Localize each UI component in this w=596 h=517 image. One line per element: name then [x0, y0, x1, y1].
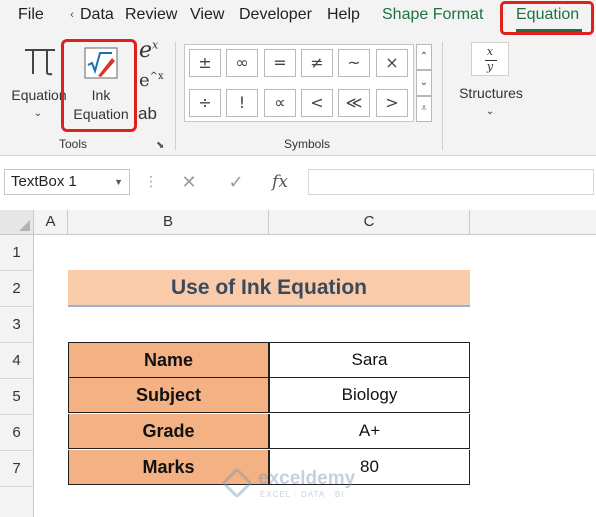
- row-header-8[interactable]: [0, 487, 34, 517]
- row-header-4[interactable]: 4: [0, 343, 34, 379]
- normal-text-icon[interactable]: ab: [138, 104, 157, 124]
- tab-file[interactable]: File: [18, 6, 44, 24]
- symbol-plus-minus[interactable]: ±: [189, 49, 221, 77]
- symbols-gallery: ± ∞ = ≠ ~ × ÷ ! ∝ < ≪ >: [184, 44, 414, 122]
- chevron-down-icon: ▼: [114, 177, 123, 187]
- professional-format-icon[interactable]: ex: [139, 38, 158, 63]
- tab-help[interactable]: Help: [327, 6, 360, 24]
- ribbon-tab-bar: File ‹ Data Review View Developer Help S…: [0, 0, 596, 36]
- tab-view[interactable]: View: [190, 6, 224, 24]
- symbol-divide[interactable]: ÷: [189, 89, 221, 117]
- symbol-factorial[interactable]: !: [226, 89, 258, 117]
- column-header-next[interactable]: [470, 210, 596, 235]
- gallery-scroll-down-icon[interactable]: ⌄: [416, 70, 432, 96]
- column-header-c[interactable]: C: [269, 210, 470, 235]
- table-label-subject[interactable]: Subject: [68, 378, 269, 413]
- symbol-less-than[interactable]: <: [301, 89, 333, 117]
- tab-data[interactable]: Data: [80, 6, 114, 24]
- formula-input[interactable]: [308, 169, 594, 195]
- exceldemy-logo-icon: [221, 467, 253, 499]
- tab-developer[interactable]: Developer: [239, 6, 312, 24]
- table-value-name[interactable]: Sara: [269, 342, 470, 378]
- row-header-3[interactable]: 3: [0, 307, 34, 343]
- linear-format-icon[interactable]: e^x: [139, 70, 164, 91]
- symbol-times[interactable]: ×: [376, 49, 408, 77]
- symbol-much-less-than[interactable]: ≪: [338, 89, 370, 117]
- insert-function-icon[interactable]: fx: [262, 169, 298, 195]
- row-header-5[interactable]: 5: [0, 379, 34, 415]
- table-label-name[interactable]: Name: [68, 342, 269, 378]
- name-box-value: TextBox 1: [11, 173, 77, 190]
- ink-equation-highlight: [61, 39, 137, 132]
- group-divider: [175, 42, 176, 150]
- row-header-1[interactable]: 1: [0, 235, 34, 271]
- equation-tab-highlight: [500, 1, 594, 35]
- enter-icon[interactable]: ✓: [218, 169, 254, 195]
- structures-label: Structures: [459, 85, 523, 101]
- group-divider: [442, 42, 443, 150]
- symbol-tilde[interactable]: ~: [338, 49, 370, 77]
- row-header-2[interactable]: 2: [0, 271, 34, 307]
- worksheet-grid: A B C 1 2 3 4 5 6 7 Use of Ink Equation …: [0, 210, 596, 517]
- chevron-down-icon: ⌄: [485, 106, 495, 117]
- symbol-not-equal[interactable]: ≠: [301, 49, 333, 77]
- chevron-down-icon: ⌄: [33, 108, 43, 119]
- row-header-6[interactable]: 6: [0, 415, 34, 451]
- row-header-7[interactable]: 7: [0, 451, 34, 487]
- tab-review[interactable]: Review: [125, 6, 177, 24]
- sheet-title[interactable]: Use of Ink Equation: [68, 270, 470, 307]
- formula-bar: TextBox 1 ▼ ⋮ ✕ ✓ fx: [0, 157, 596, 210]
- table-value-grade[interactable]: A+: [269, 414, 470, 449]
- symbol-greater-than[interactable]: >: [376, 89, 408, 117]
- column-header-a[interactable]: A: [34, 210, 68, 235]
- column-header-b[interactable]: B: [68, 210, 269, 235]
- splitter-handle-icon[interactable]: ⋮: [144, 173, 158, 190]
- pi-icon: [25, 49, 55, 76]
- tools-group-label: Tools: [59, 137, 88, 151]
- cancel-icon[interactable]: ✕: [171, 169, 207, 195]
- symbols-group-label: Symbols: [284, 137, 331, 151]
- name-box[interactable]: TextBox 1 ▼: [4, 169, 130, 195]
- select-all-corner[interactable]: [0, 210, 34, 235]
- symbol-proportional[interactable]: ∝: [264, 89, 296, 117]
- ribbon-body: Equation ⌄ Ink Equation ex e^x ab Tools …: [0, 36, 596, 156]
- fraction-icon: x y: [471, 42, 509, 76]
- symbol-equal[interactable]: =: [264, 49, 296, 77]
- gallery-more-icon[interactable]: ⩡: [416, 96, 432, 122]
- gallery-scroll-up-icon[interactable]: ⌃: [416, 44, 432, 70]
- tab-scroll-left-icon[interactable]: ‹: [66, 6, 78, 24]
- symbol-infinity[interactable]: ∞: [226, 49, 258, 77]
- tab-shape-format[interactable]: Shape Format: [382, 6, 483, 24]
- exceldemy-watermark: exceldemy EXCEL · DATA · BI: [221, 467, 376, 502]
- dialog-launcher-icon[interactable]: ⬊: [156, 140, 164, 151]
- table-label-grade[interactable]: Grade: [68, 414, 269, 449]
- table-value-subject[interactable]: Biology: [269, 378, 470, 413]
